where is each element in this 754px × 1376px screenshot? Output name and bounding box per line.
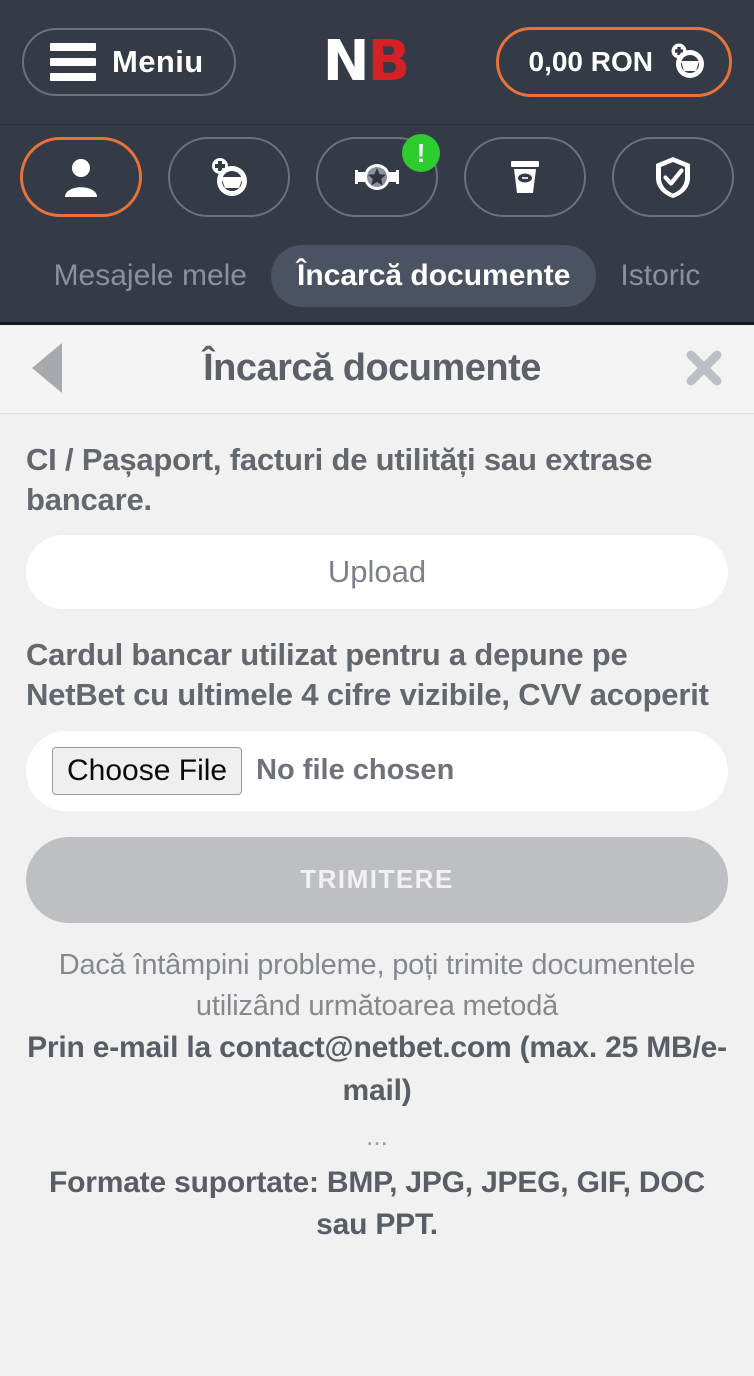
tab-incarca-documente[interactable]: Încarcă documente [270, 245, 597, 307]
hamburger-icon [50, 43, 96, 81]
help-email-text: Prin e-mail la contact@netbet.com (max. … [27, 1031, 727, 1107]
help-text: Dacă întâmpini probleme, poți trimite do… [58, 948, 696, 1022]
cash-dispenser-icon [511, 160, 539, 193]
wallet-plus-icon [212, 157, 247, 196]
logo-letter-b: B [367, 29, 411, 94]
menu-button-label: Meniu [112, 44, 204, 79]
top-bar: Meniu NB 0,00 RON [0, 0, 754, 125]
page-header: Încarcă documente [0, 325, 754, 414]
deposit-wallet-icon [671, 43, 704, 78]
bonus-badge: ! [402, 133, 440, 172]
tab-istoric[interactable]: Istoric [602, 245, 718, 307]
balance-button[interactable]: 0,00 RON [495, 27, 732, 97]
nav-item-bonus[interactable]: ! [316, 133, 440, 217]
back-triangle-icon[interactable] [32, 343, 62, 393]
nav-item-withdraw[interactable] [464, 136, 586, 217]
user-icon [65, 158, 97, 197]
upload-button[interactable]: Upload [26, 535, 728, 610]
logo-letter-n: N [322, 29, 370, 94]
separator-dots: ... [366, 1121, 388, 1152]
tab-bar: Mesajele mele Încarcă documente Istoric [0, 230, 754, 325]
nav-item-verification[interactable] [612, 136, 734, 217]
tab-mesajele-mele[interactable]: Mesajele mele [36, 245, 265, 307]
star-rosette-icon [355, 163, 399, 190]
file-input-row[interactable]: Choose File No file chosen [26, 730, 728, 811]
icon-nav-bar: ! [0, 125, 754, 230]
netbet-logo[interactable]: NB [322, 29, 411, 94]
submit-button[interactable]: TRIMITERE [26, 836, 728, 923]
identity-docs-description: CI / Pașaport, facturi de utilități sau … [26, 442, 653, 517]
app-root: Meniu NB 0,00 RON ! Mesajele mele Încarc… [0, 0, 754, 1376]
file-name-label: No file chosen [256, 754, 455, 787]
supported-formats-text: Formate suportate: BMP, JPG, JPEG, GIF, … [49, 1165, 705, 1242]
shield-check-icon [656, 156, 690, 198]
close-icon[interactable] [682, 346, 726, 390]
nav-item-account[interactable] [20, 136, 142, 217]
page-title: Încarcă documente [203, 346, 541, 389]
balance-amount: 0,00 RON [528, 46, 654, 77]
card-docs-description: Cardul bancar utilizat pentru a depune p… [26, 637, 709, 713]
nav-item-deposit[interactable] [168, 136, 290, 217]
choose-file-button[interactable]: Choose File [52, 746, 243, 795]
main-content: CI / Pașaport, facturi de utilități sau … [0, 414, 754, 1376]
menu-button[interactable]: Meniu [22, 28, 236, 96]
